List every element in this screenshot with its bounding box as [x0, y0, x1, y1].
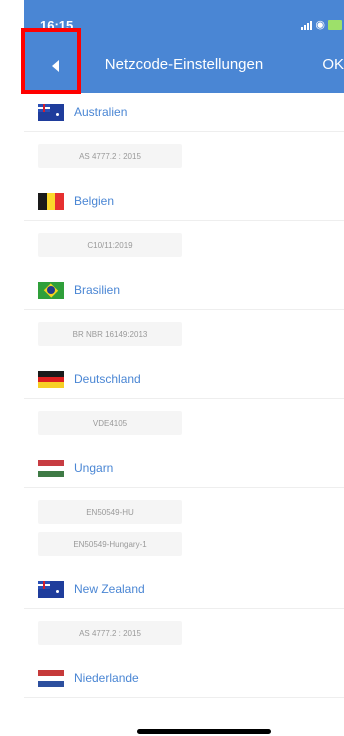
country-name: Deutschland	[74, 372, 141, 386]
ok-button[interactable]: OK	[322, 56, 344, 73]
phone-screen: 16:15 ◉ Netzcode-Einstellungen OK Austra…	[24, 0, 344, 736]
grid-code-option[interactable]: AS 4777.2 : 2015	[38, 144, 182, 168]
back-button-highlight	[21, 28, 81, 94]
grid-code-option[interactable]: AS 4777.2 : 2015	[38, 621, 182, 645]
grid-code-option[interactable]: C10/11:2019	[38, 233, 182, 257]
grid-code-option[interactable]: VDE4105	[38, 411, 182, 435]
country-row[interactable]: Ungarn	[24, 449, 344, 488]
grid-code-options: BR NBR 16149:2013	[24, 310, 344, 360]
grid-code-list: Australien AS 4777.2 : 2015 Belgien C10/11:…	[24, 93, 344, 698]
grid-code-option[interactable]: EN50549-HU	[38, 500, 182, 524]
country-name: Ungarn	[74, 461, 114, 475]
germany-flag-icon	[38, 370, 64, 388]
grid-code-options: AS 4777.2 : 2015	[24, 132, 344, 182]
country-row[interactable]: New Zealand	[24, 570, 344, 609]
country-row[interactable]: Australien	[24, 93, 344, 132]
brazil-flag-icon	[38, 281, 64, 299]
grid-code-option[interactable]: BR NBR 16149:2013	[38, 322, 182, 346]
status-icons: ◉	[301, 18, 342, 31]
grid-code-options: AS 4777.2 : 2015	[24, 609, 344, 659]
home-indicator	[137, 729, 271, 734]
new-zealand-flag-icon	[38, 580, 64, 598]
country-name: Australien	[74, 105, 128, 119]
grid-code-options: EN50549-HU EN50549-Hungary-1	[24, 488, 344, 570]
country-row[interactable]: Niederlande	[24, 659, 344, 698]
country-name: Belgien	[74, 194, 115, 208]
netherlands-flag-icon	[38, 669, 64, 687]
country-row[interactable]: Deutschland	[24, 360, 344, 399]
grid-code-option[interactable]: EN50549-Hungary-1	[38, 532, 182, 556]
country-row[interactable]: Belgien	[24, 182, 344, 221]
grid-code-options: C10/11:2019	[24, 221, 344, 271]
australia-flag-icon	[38, 103, 64, 121]
belgium-flag-icon	[38, 192, 64, 210]
wifi-icon: ◉	[315, 19, 325, 31]
hungary-flag-icon	[38, 459, 64, 477]
signal-icon	[301, 20, 313, 30]
country-name: New Zealand	[74, 582, 145, 596]
grid-code-options: VDE4105	[24, 399, 344, 449]
country-name: Niederlande	[74, 671, 139, 685]
country-name: Brasilien	[74, 283, 121, 297]
battery-icon	[328, 19, 342, 30]
country-row[interactable]: Brasilien	[24, 271, 344, 310]
